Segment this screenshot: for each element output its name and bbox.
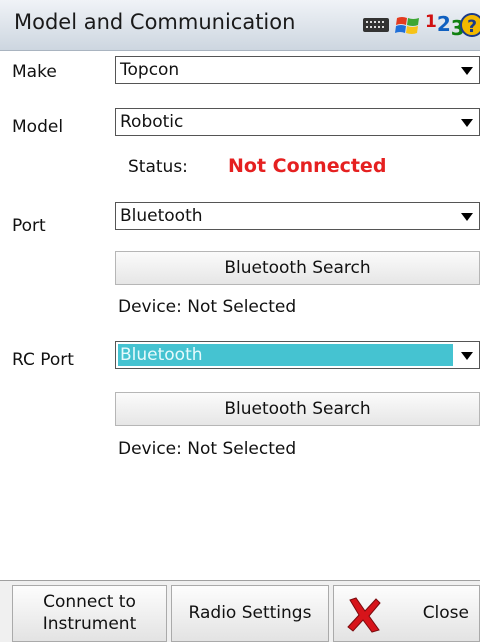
model-value: Robotic — [120, 112, 184, 132]
model-dropdown[interactable]: Robotic — [115, 108, 480, 136]
make-label: Make — [12, 62, 57, 82]
close-icon — [347, 597, 381, 633]
port-device-status: Device: Not Selected — [118, 297, 297, 317]
port-value: Bluetooth — [120, 206, 203, 226]
windows-flag-icon[interactable] — [395, 14, 421, 38]
command-bar: Connect to Instrument Radio Settings Clo… — [0, 580, 480, 642]
close-label: Close — [422, 603, 469, 623]
make-dropdown[interactable]: Topcon — [115, 56, 480, 84]
status-value: Not Connected — [228, 155, 387, 177]
port-dropdown[interactable]: Bluetooth — [115, 202, 480, 230]
port-label: Port — [12, 216, 46, 236]
rc-port-label: RC Port — [12, 350, 74, 370]
window-title: Model and Communication — [14, 10, 296, 34]
help-icon[interactable]: ? — [460, 13, 480, 37]
rc-port-dropdown[interactable]: Bluetooth — [115, 341, 480, 369]
input-mode-icon[interactable]: 123 — [425, 12, 465, 40]
chevron-down-icon[interactable] — [461, 67, 473, 75]
status-label: Status: — [128, 157, 188, 177]
chevron-down-icon[interactable] — [461, 119, 473, 127]
title-bar: Model and Communication 123 ? — [0, 0, 480, 51]
system-tray: 123 ? — [355, 12, 480, 40]
chevron-down-icon[interactable] — [461, 352, 473, 360]
model-label: Model — [12, 117, 64, 137]
connect-label-line2: Instrument — [42, 614, 137, 634]
rc-port-device-status: Device: Not Selected — [118, 439, 297, 459]
make-value: Topcon — [120, 60, 180, 80]
connect-label-line1: Connect to — [43, 592, 136, 612]
radio-settings-button[interactable]: Radio Settings — [171, 585, 329, 642]
keyboard-icon[interactable] — [363, 18, 389, 32]
rc-port-value: Bluetooth — [118, 344, 453, 366]
close-button[interactable]: Close — [333, 585, 480, 642]
rc-port-bluetooth-search-button[interactable]: Bluetooth Search — [115, 392, 480, 426]
chevron-down-icon[interactable] — [461, 213, 473, 221]
connect-to-instrument-button[interactable]: Connect to Instrument — [12, 585, 167, 642]
port-bluetooth-search-button[interactable]: Bluetooth Search — [115, 251, 480, 285]
